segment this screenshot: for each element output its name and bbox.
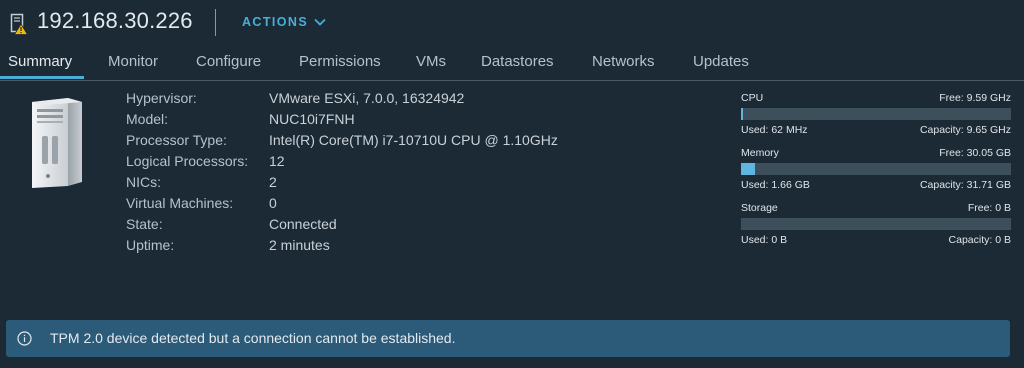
meter-capacity: Capacity: 9.65 GHz	[919, 124, 1011, 136]
tab-configure[interactable]: Configure	[196, 53, 261, 70]
property-value: Intel(R) Core(TM) i7-10710U CPU @ 1.10GH…	[269, 132, 558, 148]
meter-fill	[741, 163, 756, 175]
tab-vms[interactable]: VMs	[416, 53, 446, 70]
property-label: Uptime:	[126, 237, 175, 253]
tab-bar: Summary Monitor Configure Permissions VM…	[0, 46, 1024, 81]
header-divider	[215, 9, 216, 36]
property-value: NUC10i7FNH	[269, 111, 355, 127]
meter-free: Free: 30.05 GB	[939, 147, 1011, 159]
host-warning-icon	[10, 13, 29, 35]
property-label: Logical Processors:	[126, 153, 249, 169]
property-label: NICs:	[126, 174, 161, 190]
tab-summary[interactable]: Summary	[8, 53, 72, 70]
info-icon	[17, 331, 32, 346]
tab-permissions[interactable]: Permissions	[299, 53, 381, 70]
meter-used: Used: 1.66 GB	[741, 179, 810, 191]
meter-free: Free: 0 B	[967, 202, 1011, 214]
cpu-meter: CPU Free: 9.59 GHz Used: 62 MHz Capacity…	[741, 92, 1011, 144]
meter-name: Memory	[741, 147, 779, 159]
property-value: 0	[269, 195, 277, 211]
page-header: 192.168.30.226 ACTIONS	[0, 0, 1024, 46]
meter-capacity: Capacity: 0 B	[948, 234, 1011, 246]
meter-free: Free: 9.59 GHz	[939, 92, 1011, 104]
meter-capacity: Capacity: 31.71 GB	[919, 179, 1011, 191]
property-label: Model:	[126, 111, 169, 127]
property-label: State:	[126, 216, 163, 232]
property-value: 2	[269, 174, 277, 190]
meter-name: CPU	[741, 92, 764, 104]
alert-message: TPM 2.0 device detected but a connection…	[50, 330, 456, 346]
meter-used: Used: 0 B	[741, 234, 788, 246]
property-value: 12	[269, 153, 285, 169]
property-value: 2 minutes	[269, 237, 330, 253]
server-tower-icon	[28, 96, 86, 190]
tab-monitor[interactable]: Monitor	[108, 53, 158, 70]
actions-menu-button[interactable]: ACTIONS	[242, 15, 326, 29]
meter-bar	[741, 108, 1011, 120]
memory-meter: Memory Free: 30.05 GB Used: 1.66 GB Capa…	[741, 147, 1011, 199]
storage-meter: Storage Free: 0 B Used: 0 B Capacity: 0 …	[741, 202, 1011, 254]
tab-networks[interactable]: Networks	[592, 53, 655, 70]
tab-datastores[interactable]: Datastores	[481, 53, 554, 70]
property-value: Connected	[269, 216, 337, 232]
meter-bar	[741, 218, 1011, 230]
meter-used: Used: 62 MHz	[741, 124, 808, 136]
property-label: Hypervisor:	[126, 90, 197, 106]
tab-updates[interactable]: Updates	[693, 53, 749, 70]
meter-name: Storage	[741, 202, 778, 214]
active-tab-indicator	[0, 76, 84, 79]
meter-fill	[741, 108, 743, 120]
meter-bar	[741, 163, 1011, 175]
actions-label: ACTIONS	[242, 15, 309, 29]
page-title: 192.168.30.226	[37, 8, 193, 33]
property-label: Virtual Machines:	[126, 195, 234, 211]
chevron-down-icon	[314, 18, 326, 26]
property-value: VMware ESXi, 7.0.0, 16324942	[269, 90, 465, 106]
property-label: Processor Type:	[126, 132, 227, 148]
tpm-alert-banner: TPM 2.0 device detected but a connection…	[6, 320, 1010, 357]
